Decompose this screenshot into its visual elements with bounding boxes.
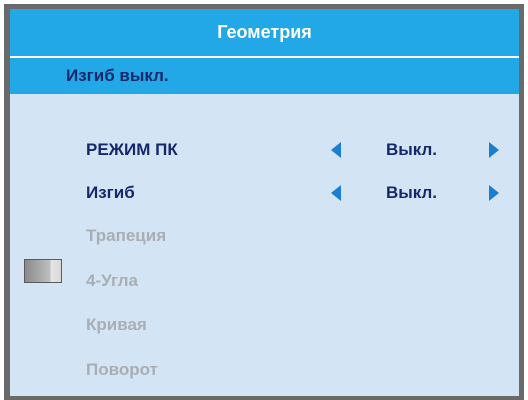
- scroll-indicator-icon: [24, 259, 62, 283]
- menu-item-value: Выкл.: [386, 140, 438, 159]
- menu-item-pc-mode[interactable]: РЕЖИМ ПК Выкл.: [10, 136, 519, 164]
- menu-item-label: Поворот: [86, 360, 158, 379]
- arrow-right-icon[interactable]: [489, 142, 499, 158]
- osd-menu-frame: Геометрия Изгиб выкл. РЕЖИМ ПК Выкл. Изг…: [4, 4, 524, 400]
- menu-item-label: Изгиб: [86, 183, 135, 202]
- menu-item-value: Выкл.: [386, 183, 438, 202]
- menu-item-label: Трапеция: [86, 226, 167, 245]
- menu-item-label: Кривая: [86, 315, 147, 334]
- menu-item-label: РЕЖИМ ПК: [86, 140, 178, 159]
- osd-menu-panel: Геометрия Изгиб выкл. РЕЖИМ ПК Выкл. Изг…: [10, 9, 519, 396]
- menu-item-rotation: Поворот: [10, 356, 519, 384]
- menu-item-4-corner: 4-Угла: [10, 267, 519, 295]
- menu-item-label: 4-Угла: [86, 271, 138, 290]
- menu-status-bar: Изгиб выкл.: [10, 58, 519, 94]
- menu-title: Геометрия: [10, 9, 519, 56]
- menu-item-curve: Кривая: [10, 311, 519, 339]
- menu-title-text: Геометрия: [217, 22, 312, 42]
- menu-item-warp[interactable]: Изгиб Выкл.: [10, 179, 519, 207]
- arrow-left-icon[interactable]: [331, 185, 341, 201]
- arrow-left-icon[interactable]: [331, 142, 341, 158]
- arrow-right-icon[interactable]: [489, 185, 499, 201]
- menu-item-keystone: Трапеция: [10, 222, 519, 250]
- menu-status-text: Изгиб выкл.: [66, 66, 169, 85]
